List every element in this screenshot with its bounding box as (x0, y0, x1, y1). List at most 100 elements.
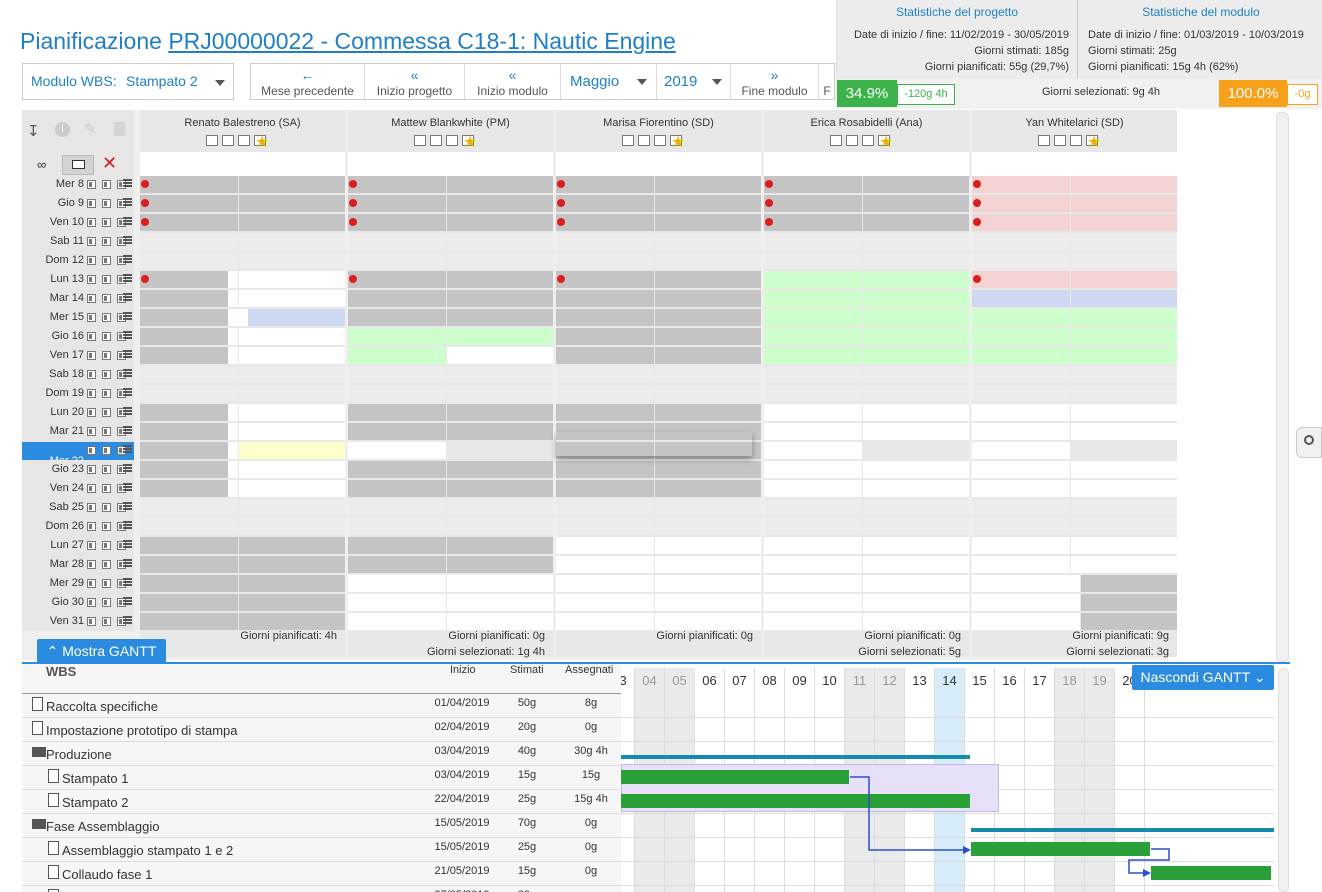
schedule-cell[interactable] (239, 499, 345, 516)
schedule-cell[interactable] (863, 537, 969, 554)
schedule-cell[interactable] (764, 575, 862, 592)
module-start-button[interactable]: « Inizio modulo (465, 64, 561, 99)
day-row[interactable]: Sab 11 (22, 233, 134, 251)
day-row[interactable]: Mar 28 (22, 556, 134, 574)
day-row[interactable]: Gio 16 (22, 328, 134, 346)
slot-toggle-icon[interactable] (638, 134, 650, 146)
slot-toggle-icon[interactable] (87, 560, 96, 569)
schedule-cell[interactable] (348, 347, 446, 364)
schedule-cell[interactable] (764, 480, 862, 497)
slot-toggle-icon[interactable] (87, 617, 96, 626)
schedule-cell[interactable] (140, 518, 238, 535)
slot-toggle-icon[interactable] (87, 199, 96, 208)
schedule-cell[interactable] (348, 613, 446, 630)
comment-toggle[interactable] (62, 155, 94, 175)
schedule-cell[interactable] (1071, 366, 1177, 383)
slot-toggle-icon[interactable] (87, 370, 96, 379)
schedule-cell[interactable] (140, 537, 238, 554)
schedule-cell[interactable] (447, 594, 553, 611)
day-row[interactable]: Gio 23 (22, 461, 134, 479)
schedule-cell[interactable] (655, 214, 761, 231)
schedule-cell[interactable] (140, 442, 228, 459)
schedule-cell[interactable] (447, 233, 553, 250)
slot-toggle-icon[interactable] (102, 484, 111, 493)
schedule-cell[interactable] (655, 290, 761, 307)
slot-toggle-icon[interactable] (102, 389, 111, 398)
wbs-row[interactable]: Stampato 2 22/04/2019 25g 15g 4h (22, 790, 621, 814)
close-icon[interactable]: ✕ (102, 154, 117, 172)
schedule-cell[interactable] (863, 328, 969, 345)
day-row[interactable]: Dom 12 (22, 252, 134, 270)
comment-cell[interactable] (556, 152, 761, 176)
schedule-cell[interactable] (863, 252, 969, 269)
schedule-cell[interactable] (972, 233, 1070, 250)
comment-cell[interactable] (348, 152, 553, 176)
schedule-cell[interactable] (348, 537, 446, 554)
schedule-cell[interactable] (228, 290, 238, 307)
slot-toggle-icon[interactable] (206, 134, 218, 146)
schedule-cell[interactable] (972, 518, 1070, 535)
schedule-cell[interactable] (764, 423, 862, 440)
schedule-cell[interactable] (655, 271, 761, 288)
wbs-row[interactable]: Impostazione prototipo di stampa 02/04/20… (22, 718, 621, 742)
wbs-row[interactable]: Assemblaggio stampato 1 e 2 15/05/2019 25g… (22, 838, 621, 862)
schedule-cell[interactable] (348, 518, 446, 535)
schedule-cell[interactable] (1081, 575, 1177, 592)
schedule-cell[interactable] (447, 575, 553, 592)
slot-toggle-icon[interactable] (87, 237, 96, 246)
schedule-cell[interactable] (348, 328, 446, 345)
schedule-cell[interactable] (140, 271, 228, 288)
schedule-cell[interactable] (447, 214, 553, 231)
schedule-cell[interactable] (228, 442, 238, 459)
schedule-cell[interactable] (140, 252, 238, 269)
menu-icon[interactable] (123, 407, 132, 418)
link-icon[interactable]: ∞ (37, 157, 46, 172)
schedule-cell[interactable] (655, 537, 761, 554)
schedule-cell[interactable] (239, 290, 345, 307)
slot-toggle-icon[interactable] (102, 294, 111, 303)
schedule-cell[interactable] (447, 442, 553, 459)
slot-toggle-icon[interactable] (102, 313, 111, 322)
schedule-cell[interactable] (140, 499, 238, 516)
schedule-cell[interactable] (140, 575, 238, 592)
schedule-cell[interactable] (863, 423, 969, 440)
slot-toggle-icon[interactable] (830, 134, 842, 146)
schedule-cell[interactable] (140, 556, 238, 573)
slot-toggle-icon[interactable] (87, 389, 96, 398)
schedule-cell[interactable] (764, 195, 862, 212)
schedule-cell[interactable] (447, 290, 553, 307)
schedule-cell[interactable] (239, 404, 345, 421)
schedule-cell[interactable] (239, 423, 345, 440)
menu-icon[interactable] (123, 464, 132, 475)
edit-icon[interactable]: ✎ (84, 120, 97, 138)
schedule-cell[interactable] (140, 461, 228, 478)
schedule-cell[interactable] (1071, 556, 1177, 573)
schedule-cell[interactable] (863, 309, 969, 326)
schedule-cell[interactable] (1071, 290, 1177, 307)
slot-toggle-icon[interactable] (87, 427, 96, 436)
day-row[interactable]: Ven 17 (22, 347, 134, 365)
schedule-cell[interactable] (348, 385, 446, 402)
schedule-cell[interactable] (863, 347, 969, 364)
schedule-cell[interactable] (1071, 480, 1177, 497)
schedule-cell[interactable] (447, 309, 553, 326)
schedule-cell[interactable] (863, 461, 969, 478)
comment-cell[interactable] (764, 152, 969, 176)
schedule-cell[interactable] (764, 290, 862, 307)
schedule-cell[interactable] (655, 556, 761, 573)
schedule-cell[interactable] (972, 195, 1070, 212)
wbs-row[interactable]: Collaudo fase 1 21/05/2019 15g 0g (22, 862, 621, 886)
wbs-row[interactable]: 27/05/201930g (22, 886, 621, 892)
schedule-cell[interactable] (764, 328, 862, 345)
slot-toggle-icon[interactable] (102, 446, 111, 455)
schedule-cell[interactable] (863, 442, 969, 459)
schedule-cell[interactable] (764, 347, 862, 364)
schedule-cell[interactable] (447, 613, 553, 630)
schedule-cell[interactable] (863, 214, 969, 231)
schedule-cell[interactable] (655, 499, 761, 516)
schedule-cell[interactable] (655, 518, 761, 535)
schedule-cell[interactable] (447, 328, 553, 345)
schedule-cell[interactable] (1071, 176, 1177, 193)
day-row[interactable]: Ven 31 (22, 613, 134, 631)
schedule-cell[interactable] (447, 556, 553, 573)
